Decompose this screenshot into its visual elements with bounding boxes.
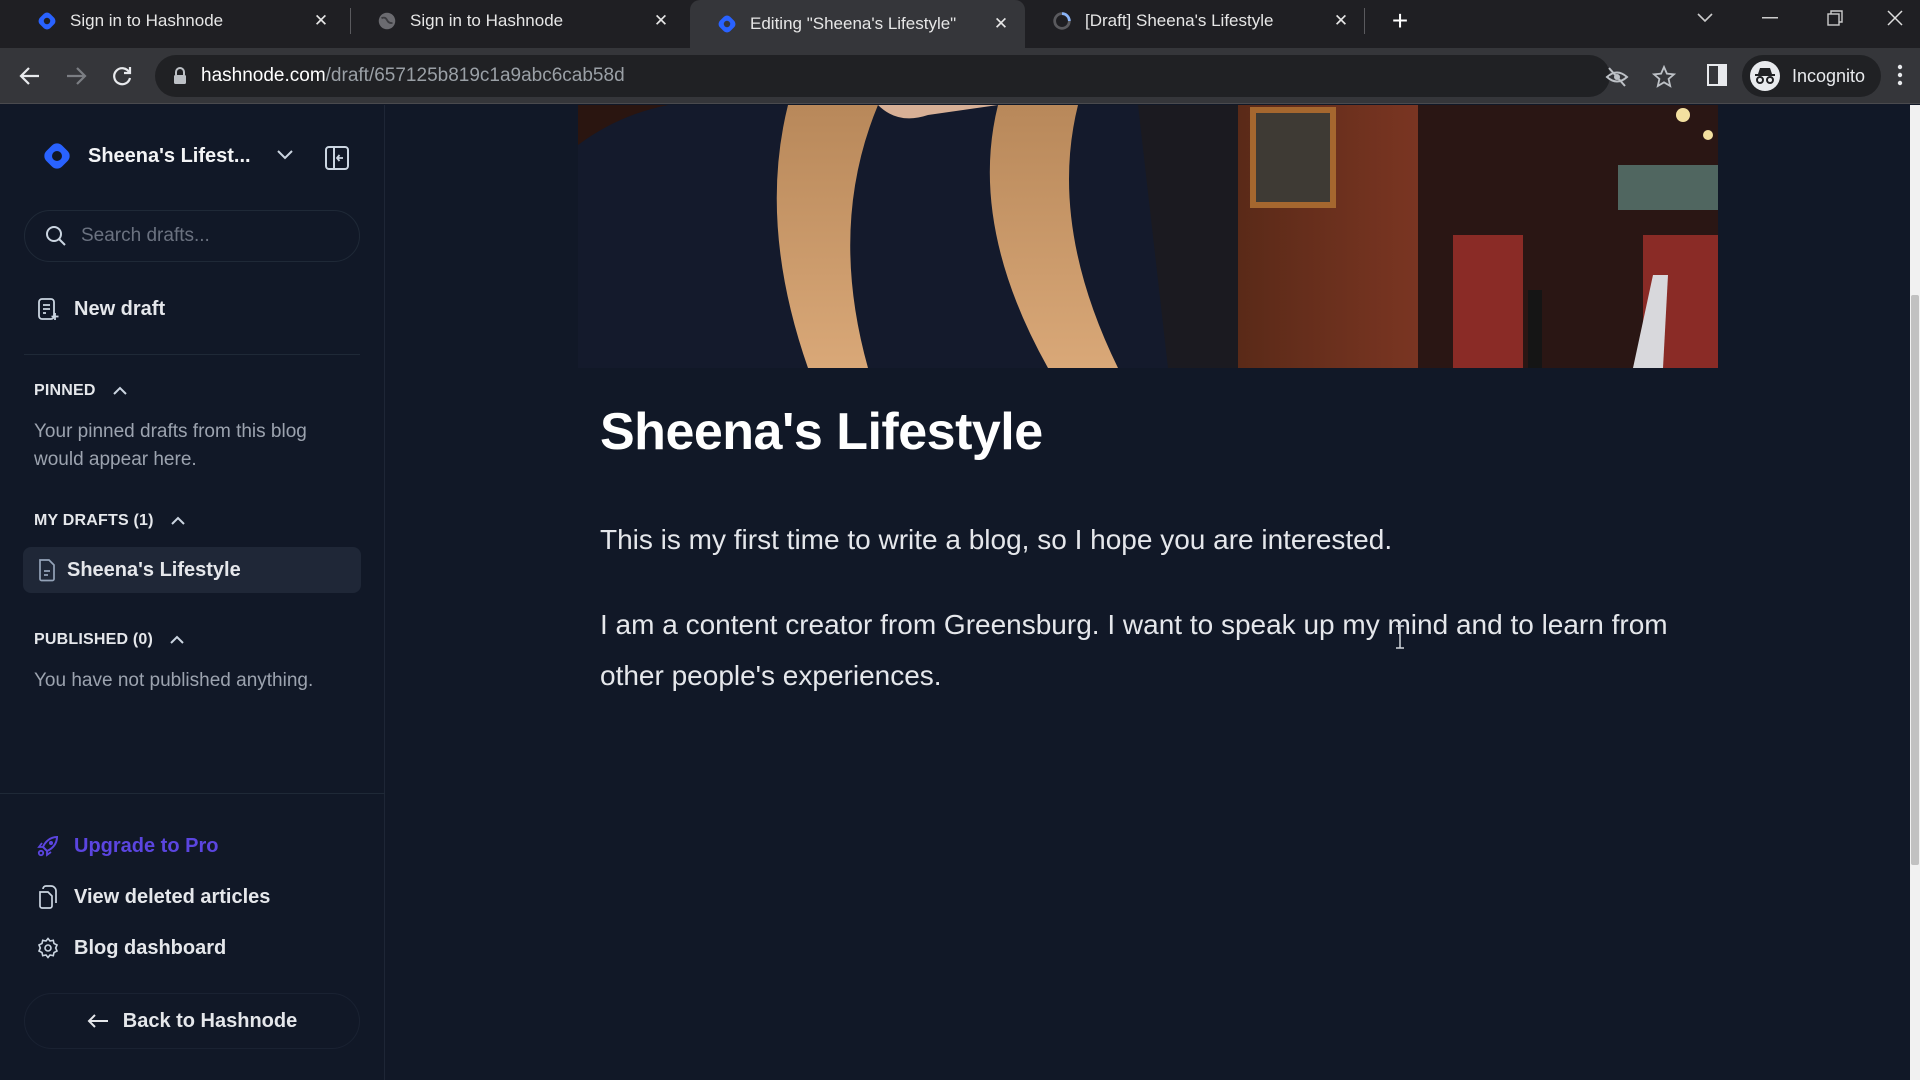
back-to-hashnode-button[interactable]: Back to Hashnode <box>24 993 360 1049</box>
close-window-button[interactable] <box>1870 0 1920 36</box>
incognito-profile-button[interactable]: Incognito <box>1742 55 1882 97</box>
blog-dashboard-label: Blog dashboard <box>74 936 227 959</box>
tab-label: [Draft] Sheena's Lifestyle <box>1085 11 1274 30</box>
blog-switcher[interactable]: Sheena's Lifest... <box>40 139 251 173</box>
arrow-left-icon <box>19 67 39 85</box>
blog-dashboard-link[interactable]: Blog dashboard <box>36 936 226 960</box>
address-bar[interactable]: hashnode.com/draft/657125b819c1a9abc6cab… <box>155 55 1676 97</box>
kebab-menu-icon[interactable] <box>1897 63 1903 87</box>
published-heading: PUBLISHED (0) <box>34 631 154 648</box>
arrow-right-icon <box>67 67 87 85</box>
upgrade-to-pro-link[interactable]: Upgrade to Pro <box>36 834 218 858</box>
editor-area: Sheena's Lifestyle This is my first time… <box>386 105 1910 1080</box>
cover-photo <box>578 105 1718 368</box>
chevron-up-icon <box>112 386 127 395</box>
arrow-left-icon <box>87 1014 108 1028</box>
search-drafts-input[interactable] <box>81 225 341 247</box>
tab-editing[interactable]: Editing "Sheena's Lifestyle" ✕ <box>690 0 1025 48</box>
article-paragraph[interactable]: This is my first time to write a blog, s… <box>600 514 1720 565</box>
draft-list-item[interactable]: Sheena's Lifestyle <box>23 547 361 593</box>
url-text[interactable]: hashnode.com/draft/657125b819c1a9abc6cab… <box>201 65 625 87</box>
pinned-empty-text: Your pinned drafts from this blog would … <box>34 421 307 470</box>
article-title[interactable]: Sheena's Lifestyle <box>600 402 1043 462</box>
back-label: Back to Hashnode <box>122 1009 298 1032</box>
view-deleted-label: View deleted articles <box>74 885 271 908</box>
published-section-toggle[interactable]: PUBLISHED (0) <box>34 631 185 649</box>
tab-label: Editing "Sheena's Lifestyle" <box>750 14 957 33</box>
incognito-icon <box>1750 61 1780 91</box>
cover-image[interactable] <box>578 105 1718 368</box>
forward-button[interactable] <box>58 58 94 94</box>
minimize-button[interactable] <box>1745 0 1795 36</box>
my-drafts-section-toggle[interactable]: MY DRAFTS (1) <box>34 512 186 530</box>
tab-sign-in-1[interactable]: Sign in to Hashnode ✕ <box>10 0 345 42</box>
drafts-sidebar: Sheena's Lifest... New draft PINNED Your… <box>0 105 385 1080</box>
text-cursor-icon <box>1396 625 1404 649</box>
browser-toolbar: hashnode.com/draft/657125b819c1a9abc6cab… <box>0 48 1920 104</box>
minimize-icon <box>1762 17 1778 19</box>
reload-icon <box>113 67 132 86</box>
hashnode-logo-icon <box>44 143 70 169</box>
document-icon <box>39 559 55 582</box>
browser-tab-bar: Sign in to Hashnode ✕ Sign in to Hashnod… <box>0 0 1920 48</box>
hashnode-logo-icon <box>718 15 736 33</box>
published-empty-text: You have not published anything. <box>34 670 314 691</box>
new-draft-label: New draft <box>74 297 166 320</box>
restore-button[interactable] <box>1810 0 1860 36</box>
tab-separator <box>1364 8 1365 34</box>
close-icon <box>1887 10 1903 26</box>
gear-icon <box>36 936 60 960</box>
url-host: hashnode.com <box>201 65 326 86</box>
loading-icon <box>1053 12 1071 30</box>
new-draft-button[interactable]: New draft <box>36 297 165 321</box>
side-panel-icon[interactable] <box>1707 64 1727 86</box>
collapse-sidebar-icon[interactable] <box>324 145 350 171</box>
search-drafts-field[interactable] <box>24 210 360 262</box>
url-path: /draft/657125b819c1a9abc6cab58d <box>325 65 625 86</box>
my-drafts-heading: MY DRAFTS (1) <box>34 512 154 529</box>
rocket-icon <box>36 834 60 858</box>
reload-button[interactable] <box>104 58 140 94</box>
chevron-up-icon <box>170 635 184 644</box>
profile-label: Incognito <box>1792 65 1866 86</box>
divider <box>0 793 385 794</box>
new-tab-button[interactable]: + <box>1385 6 1415 36</box>
blog-name: Sheena's Lifest... <box>88 144 251 167</box>
draft-title: Sheena's Lifestyle <box>67 558 241 581</box>
close-tab-icon[interactable]: ✕ <box>651 11 671 31</box>
chevron-down-icon <box>1697 13 1713 23</box>
close-tab-icon[interactable]: ✕ <box>991 14 1011 34</box>
search-icon <box>46 226 66 246</box>
tab-search-button[interactable] <box>1680 0 1730 36</box>
restore-icon <box>1827 10 1843 26</box>
upgrade-label: Upgrade to Pro <box>74 834 219 857</box>
pinned-heading: PINNED <box>34 382 96 399</box>
view-deleted-articles-link[interactable]: View deleted articles <box>36 885 270 909</box>
article-paragraph[interactable]: I am a content creator from Greensburg. … <box>600 599 1720 701</box>
tab-sign-in-2[interactable]: Sign in to Hashnode ✕ <box>350 0 685 42</box>
divider <box>24 354 360 355</box>
close-tab-icon[interactable]: ✕ <box>311 11 331 31</box>
new-draft-icon <box>36 297 60 321</box>
chevron-down-icon[interactable] <box>276 149 294 161</box>
tab-label: Sign in to Hashnode <box>410 11 564 30</box>
hashnode-logo-icon <box>38 12 56 30</box>
globe-icon <box>378 12 396 30</box>
pinned-section-toggle[interactable]: PINNED <box>34 382 128 400</box>
close-tab-icon[interactable]: ✕ <box>1331 11 1351 31</box>
back-button[interactable] <box>12 58 48 94</box>
documents-icon <box>36 885 60 909</box>
scrollbar-thumb[interactable] <box>1911 295 1919 865</box>
chevron-up-icon <box>170 516 185 525</box>
tab-draft[interactable]: [Draft] Sheena's Lifestyle ✕ <box>1025 0 1365 42</box>
eye-off-icon[interactable] <box>1605 65 1629 89</box>
lock-icon <box>174 67 186 84</box>
bookmark-star-icon[interactable] <box>1652 65 1676 89</box>
tab-label: Sign in to Hashnode <box>70 11 224 30</box>
